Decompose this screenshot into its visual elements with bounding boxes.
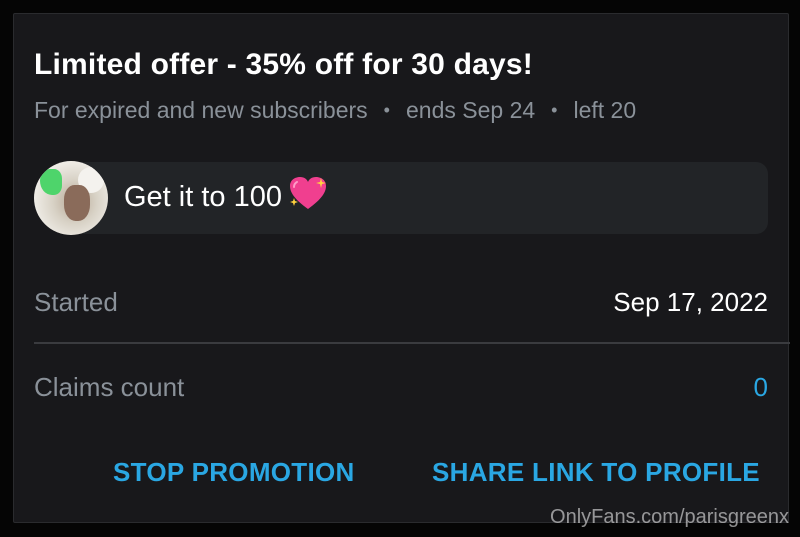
action-bar: STOP PROMOTION SHARE LINK TO PROFILE	[14, 457, 790, 497]
offer-meta: For expired and new subscribers • ends S…	[34, 97, 636, 124]
share-link-button[interactable]: SHARE LINK TO PROFILE	[432, 457, 760, 488]
watermark: OnlyFans.com/parisgreenx	[550, 506, 789, 528]
started-value: Sep 17, 2022	[613, 286, 768, 317]
offer-title: Limited offer - 35% off for 30 days!	[34, 48, 533, 81]
offer-left: left 20	[573, 97, 637, 123]
claims-label: Claims count	[34, 371, 185, 402]
stop-promotion-button[interactable]: STOP PROMOTION	[113, 457, 355, 488]
sparkling-heart-icon	[288, 176, 328, 220]
started-row: Started Sep 17, 2022	[34, 282, 768, 322]
avatar[interactable]	[34, 161, 108, 235]
offer-audience: For expired and new subscribers	[34, 97, 368, 123]
message-text: Get it to 100	[124, 176, 328, 220]
meta-separator: •	[383, 100, 390, 120]
claims-row: Claims count 0	[34, 367, 768, 407]
offer-ends: ends Sep 24	[405, 97, 536, 123]
meta-separator: •	[551, 100, 558, 120]
promotion-card: Limited offer - 35% off for 30 days! For…	[13, 13, 790, 523]
claims-count-link[interactable]: 0	[754, 372, 768, 403]
promotion-message: Get it to 100	[34, 161, 768, 235]
divider	[34, 342, 790, 344]
started-label: Started	[34, 286, 118, 317]
message-text-content: Get it to 100	[124, 181, 282, 213]
